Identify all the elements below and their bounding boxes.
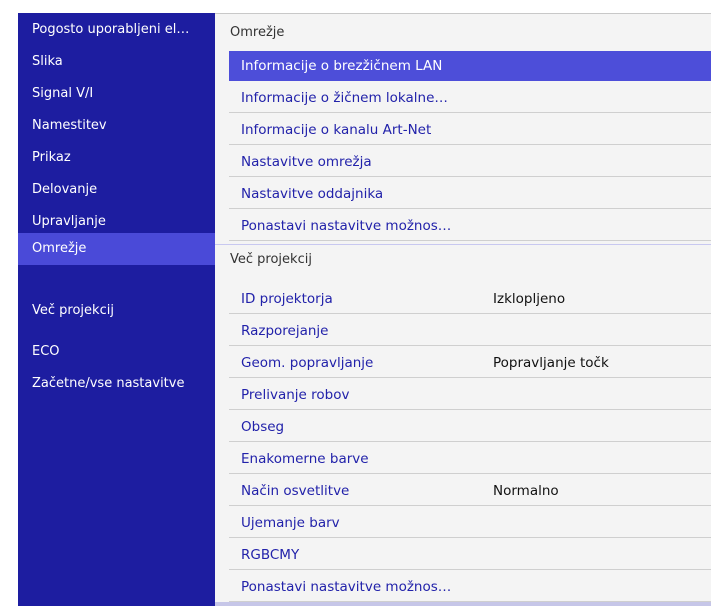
menu-row-wired-lan-info[interactable]: Informacije o žičnem lokalne… [229, 83, 711, 113]
row-value: Normalno [493, 483, 559, 499]
menu-row-color-uniformity[interactable]: Enakomerne barve [229, 444, 711, 474]
row-label: Razporejanje [241, 323, 329, 339]
menu-row-art-net-info[interactable]: Informacije o kanalu Art-Net [229, 115, 711, 145]
row-label: Geom. popravljanje [241, 355, 374, 371]
row-label: Nastavitve omrežja [241, 154, 372, 170]
menu-row-reset-network[interactable]: Ponastavi nastavitve možnos… [229, 211, 711, 241]
sidebar-item-image[interactable]: Slika [18, 47, 215, 77]
row-label: Način osvetlitve [241, 483, 350, 499]
row-label: Ujemanje barv [241, 515, 340, 531]
row-label: Nastavitve oddajnika [241, 186, 384, 202]
menu-row-network-settings[interactable]: Nastavitve omrežja [229, 147, 711, 177]
row-label: Informacije o kanalu Art-Net [241, 122, 432, 138]
sidebar-item-operation[interactable]: Delovanje [18, 175, 215, 205]
row-value: Izklopljeno [493, 291, 566, 307]
settings-panel: Omrežje Informacije o brezžičnem LAN Inf… [215, 13, 711, 606]
row-value: Popravljanje točk [493, 355, 609, 371]
menu-row-geometry-correction[interactable]: Geom. popravljanje Popravljanje točk [229, 348, 711, 378]
sidebar-item-eco[interactable]: ECO [18, 337, 215, 367]
menu-row-edge-blending[interactable]: Prelivanje robov [229, 380, 711, 410]
row-label: Enakomerne barve [241, 451, 369, 467]
sidebar-item-multi-projection[interactable]: Več projekcij [18, 296, 215, 326]
sidebar-item-network[interactable]: Omrežje [18, 233, 215, 265]
menu-row-reset-multi-projection[interactable]: Ponastavi nastavitve možnos… [229, 572, 711, 602]
row-label: ID projektorja [241, 291, 333, 307]
menu-row-color-matching[interactable]: Ujemanje barv [229, 508, 711, 538]
row-label: Informacije o žičnem lokalne… [241, 90, 448, 106]
section-title-network: Omrežje [230, 25, 285, 40]
row-label: Ponastavi nastavitve možnos… [241, 579, 452, 595]
menu-row-light-source-mode[interactable]: Način osvetlitve Normalno [229, 476, 711, 506]
row-label: RGBCMY [241, 547, 300, 563]
sidebar-item-signal-io[interactable]: Signal V/I [18, 79, 215, 109]
sidebar: Pogosto uporabljeni el… Slika Signal V/I… [18, 13, 215, 606]
menu-row-scale[interactable]: Obseg [229, 412, 711, 442]
row-label: Ponastavi nastavitve možnos… [241, 218, 452, 234]
row-label: Prelivanje robov [241, 387, 350, 403]
sidebar-item-initial-settings[interactable]: Začetne/vse nastavitve [18, 369, 215, 399]
menu-row-rgbcmy[interactable]: RGBCMY [229, 540, 711, 570]
menu-row-transmitter-settings[interactable]: Nastavitve oddajnika [229, 179, 711, 209]
row-label: Obseg [241, 419, 285, 435]
section-title-multi-projection: Več projekcij [215, 244, 711, 274]
bottom-divider [215, 602, 711, 606]
sidebar-item-installation[interactable]: Namestitev [18, 111, 215, 141]
menu-row-tiling[interactable]: Razporejanje [229, 316, 711, 346]
sidebar-item-display[interactable]: Prikaz [18, 143, 215, 173]
menu-row-projector-id[interactable]: ID projektorja Izklopljeno [229, 284, 711, 314]
sidebar-item-frequent[interactable]: Pogosto uporabljeni el… [18, 15, 215, 45]
projector-menu: Pogosto uporabljeni el… Slika Signal V/I… [18, 13, 711, 606]
menu-row-wireless-lan-info[interactable]: Informacije o brezžičnem LAN [229, 51, 711, 81]
row-label: Informacije o brezžičnem LAN [241, 58, 443, 74]
